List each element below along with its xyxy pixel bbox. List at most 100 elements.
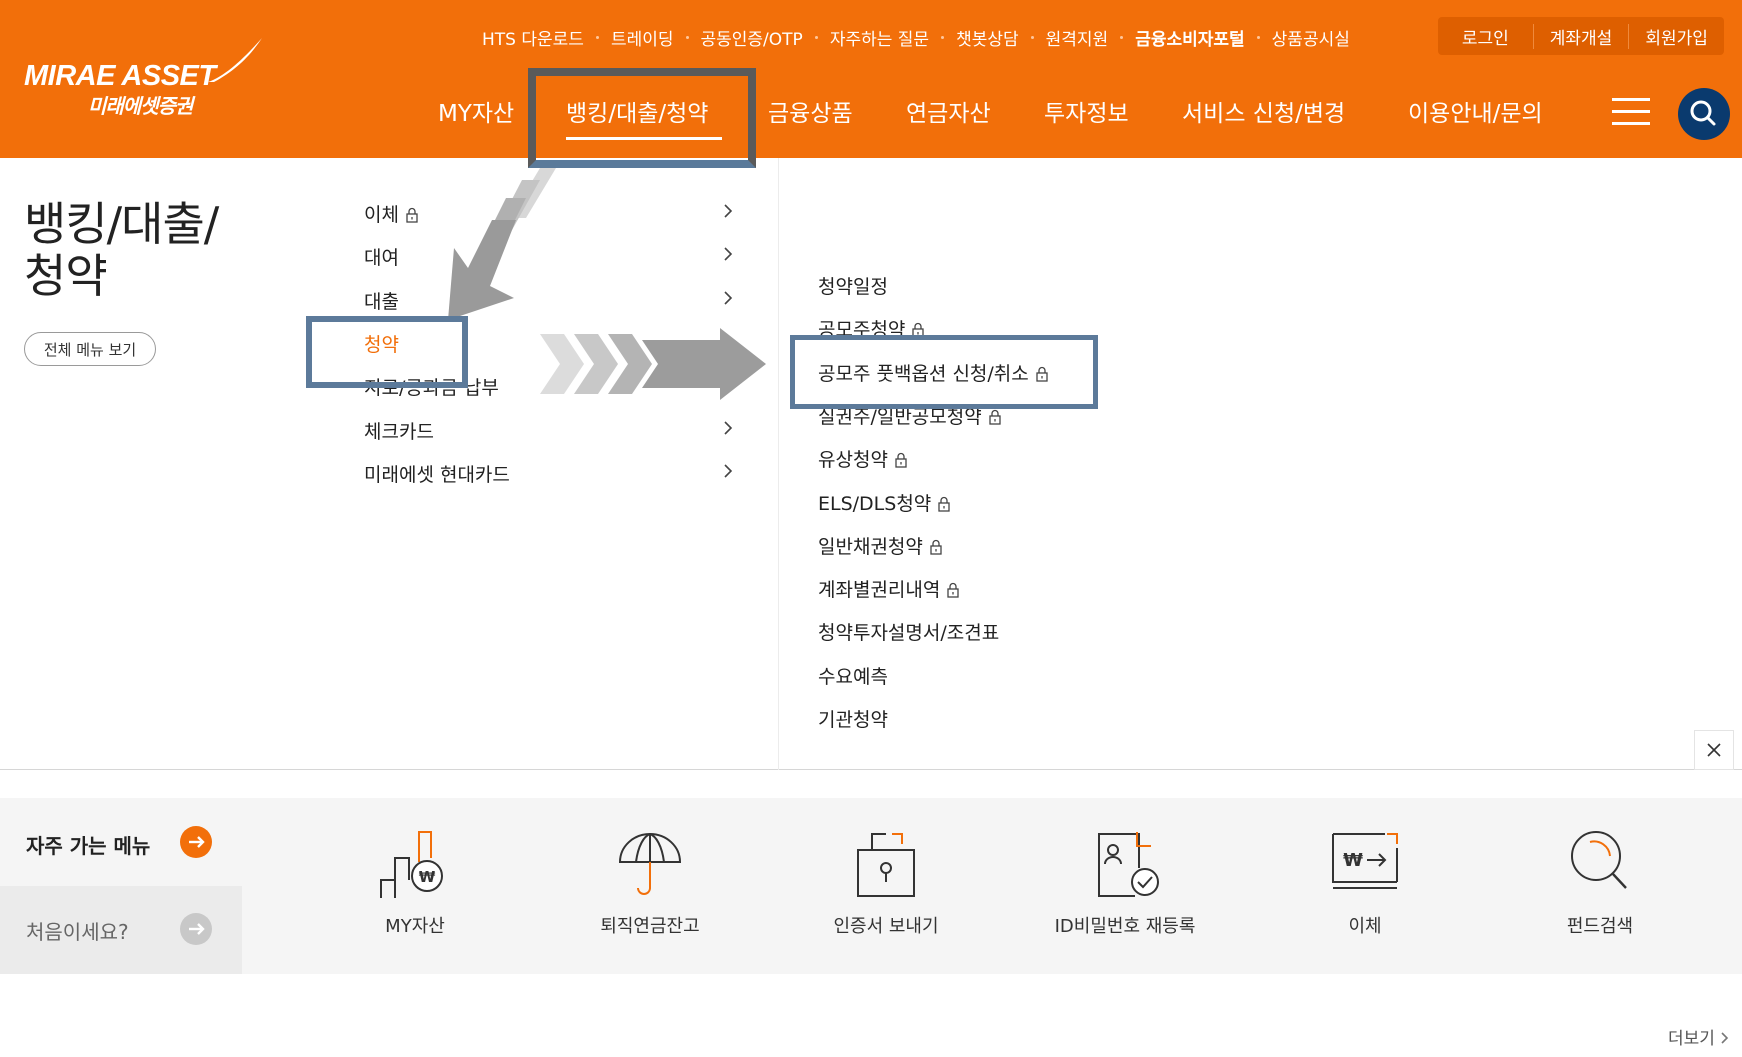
subscription-menu-item[interactable]: 청약일정 bbox=[818, 272, 888, 299]
submenu-item-label: 대여 bbox=[364, 247, 399, 270]
quick-menu-go-button[interactable] bbox=[180, 826, 212, 858]
subscription-menu-item-label: 유상청약 bbox=[818, 449, 888, 472]
svg-text:₩: ₩ bbox=[419, 868, 436, 886]
subscription-menu-item-label: 계좌별권리내역 bbox=[818, 579, 941, 602]
menu-section-title: 뱅킹/대출/ 청약 bbox=[24, 197, 219, 303]
utility-nav: HTS 다운로드 트레이딩 공동인증/OTP 자주하는 질문 챗봇상담 원격지원… bbox=[470, 22, 1362, 52]
util-product-disclosure[interactable]: 상품공시실 bbox=[1260, 25, 1362, 50]
view-all-menu-button[interactable]: 전체 메뉴 보기 bbox=[24, 332, 156, 366]
signup-button[interactable]: 회원가입 bbox=[1628, 23, 1724, 49]
subscription-menu-item[interactable]: 청약투자설명서/조견표 bbox=[818, 618, 999, 645]
gnb-my-assets[interactable]: MY자산 bbox=[438, 94, 514, 128]
quick-item-fund-search[interactable]: 펀드검색 bbox=[1500, 828, 1700, 948]
subscription-menu-item-label: 기관청약 bbox=[818, 709, 888, 731]
submenu-item-label: 대출 bbox=[364, 290, 399, 313]
subscription-menu-item-label: 수요예측 bbox=[818, 665, 888, 688]
subscription-menu-item[interactable]: 계좌별권리내역 bbox=[818, 575, 960, 602]
close-icon bbox=[1707, 743, 1721, 757]
lock-icon bbox=[930, 539, 942, 555]
search-button[interactable] bbox=[1678, 88, 1730, 140]
highlight-box-subscription bbox=[306, 316, 468, 388]
gnb-service-request[interactable]: 서비스 신청/변경 bbox=[1182, 94, 1345, 128]
submenu-item-label: 미래에셋 현대카드 bbox=[364, 463, 510, 486]
gnb-pension[interactable]: 연금자산 bbox=[906, 94, 991, 128]
close-menu-button[interactable] bbox=[1694, 730, 1734, 770]
arrow-right-icon bbox=[189, 923, 205, 935]
quick-item-retirement-pension[interactable]: 퇴직연금잔고 bbox=[550, 828, 750, 948]
gnb-financial-products[interactable]: 금융상품 bbox=[768, 94, 853, 128]
quick-item-label: 이체 bbox=[1348, 916, 1382, 937]
quick-item-label: ID비밀번호 재등록 bbox=[1054, 916, 1196, 937]
login-button[interactable]: 로그인 bbox=[1438, 24, 1533, 49]
lock-icon bbox=[406, 207, 418, 223]
menu-divider bbox=[778, 158, 779, 770]
more-link-label: 더보기 bbox=[1668, 1029, 1715, 1049]
util-hts-download[interactable]: HTS 다운로드 bbox=[470, 25, 596, 50]
subscription-menu-item[interactable]: 일반채권청약 bbox=[818, 532, 943, 559]
subscription-menu-item[interactable]: 수요예측 bbox=[818, 662, 888, 689]
svg-text:₩: ₩ bbox=[1343, 850, 1363, 871]
subscription-menu-item-label: 청약일정 bbox=[818, 276, 888, 298]
util-faq[interactable]: 자주하는 질문 bbox=[818, 25, 941, 50]
quick-item-label: MY자산 bbox=[385, 916, 445, 937]
subscription-menu-item-label: 일반채권청약 bbox=[818, 535, 923, 558]
quick-item-my-assets[interactable]: ₩ MY자산 bbox=[315, 828, 515, 948]
quick-item-send-certificate[interactable]: 인증서 보내기 bbox=[786, 828, 986, 948]
auth-button-group: 로그인 계좌개설 회원가입 bbox=[1438, 17, 1724, 55]
quick-item-id-password[interactable]: ID비밀번호 재등록 bbox=[1025, 828, 1225, 948]
search-icon bbox=[1690, 100, 1716, 126]
quick-menu-title: 자주 가는 메뉴 bbox=[26, 834, 151, 858]
lock-icon bbox=[895, 453, 907, 468]
annotation-arrow-down-left bbox=[448, 168, 556, 320]
quick-item-label: 펀드검색 bbox=[1566, 916, 1634, 937]
site-header: MIRAE ASSET 미래에셋증권 HTS 다운로드 트레이딩 공동인증/OT… bbox=[0, 0, 1742, 158]
annotation-arrow-right bbox=[540, 328, 766, 400]
chevron-right-icon bbox=[724, 204, 733, 218]
quick-menu-sidebar: 자주 가는 메뉴 처음이세요? bbox=[0, 798, 242, 974]
hamburger-icon[interactable] bbox=[1612, 98, 1650, 126]
util-consumer-portal[interactable]: 금융소비자포털 bbox=[1123, 25, 1256, 50]
magnifier-icon bbox=[1571, 831, 1627, 889]
submenu-item[interactable]: 미래에셋 현대카드 bbox=[364, 460, 744, 490]
submenu-item[interactable]: 체크카드 bbox=[364, 417, 744, 447]
lock-icon bbox=[989, 409, 1001, 425]
chevron-right-icon bbox=[724, 420, 733, 435]
first-visit-label: 처음이세요? bbox=[26, 920, 129, 944]
submenu-item-label: 체크카드 bbox=[364, 420, 434, 443]
lock-icon bbox=[938, 496, 950, 512]
won-transfer-icon: ₩ bbox=[1332, 833, 1398, 889]
lock-icon bbox=[947, 583, 960, 598]
chevron-right-icon bbox=[724, 464, 733, 478]
util-trading[interactable]: 트레이딩 bbox=[599, 25, 686, 50]
subscription-menu-item[interactable]: 기관청약 bbox=[818, 705, 888, 732]
gnb-investment-info[interactable]: 투자정보 bbox=[1044, 94, 1129, 128]
quick-item-label: 퇴직연금잔고 bbox=[600, 916, 700, 937]
util-remote-support[interactable]: 원격지원 bbox=[1034, 25, 1121, 50]
building-won-icon: ₩ bbox=[380, 831, 443, 898]
arrow-right-icon bbox=[189, 836, 205, 848]
global-nav: MY자산 뱅킹/대출/청약 금융상품 연금자산 투자정보 서비스 신청/변경 이… bbox=[0, 94, 1600, 128]
gnb-help-inquiry[interactable]: 이용안내/문의 bbox=[1408, 94, 1543, 128]
subscription-menu-item[interactable]: ELS/DLS청약 bbox=[818, 489, 951, 516]
submenu-item-label: 이체 bbox=[364, 200, 419, 227]
chevron-right-icon bbox=[724, 247, 733, 261]
subscription-menu-item-label: 청약투자설명서/조견표 bbox=[818, 622, 1000, 645]
more-link[interactable]: 더보기 bbox=[1668, 1024, 1730, 1049]
chevron-right-icon bbox=[724, 291, 733, 305]
id-document-check-icon bbox=[1098, 832, 1159, 897]
highlight-box-putback-option bbox=[790, 335, 1098, 409]
chevron-right-icon bbox=[1721, 1032, 1729, 1044]
certificate-lock-icon bbox=[857, 833, 915, 897]
subscription-menu-item-label: 실권주/일반공모청약 bbox=[818, 405, 982, 428]
quick-item-label: 인증서 보내기 bbox=[833, 916, 939, 937]
subscription-menu-item[interactable]: 유상청약 bbox=[818, 445, 908, 472]
open-account-button[interactable]: 계좌개설 bbox=[1532, 23, 1629, 49]
quick-menu-bar: 자주 가는 메뉴 처음이세요? ₩ MY자산 퇴직연금잔고 인증서 보내기 ID… bbox=[0, 798, 1742, 974]
quick-item-transfer[interactable]: ₩ 이체 bbox=[1265, 828, 1465, 948]
first-visit-panel[interactable]: 처음이세요? bbox=[0, 886, 242, 974]
util-chatbot[interactable]: 챗봇상담 bbox=[944, 25, 1031, 50]
highlight-box-gnb bbox=[528, 68, 756, 168]
util-certificate-otp[interactable]: 공동인증/OTP bbox=[689, 25, 815, 50]
first-visit-go-button[interactable] bbox=[180, 913, 212, 945]
logo-wordmark: MIRAE ASSET bbox=[24, 60, 216, 92]
